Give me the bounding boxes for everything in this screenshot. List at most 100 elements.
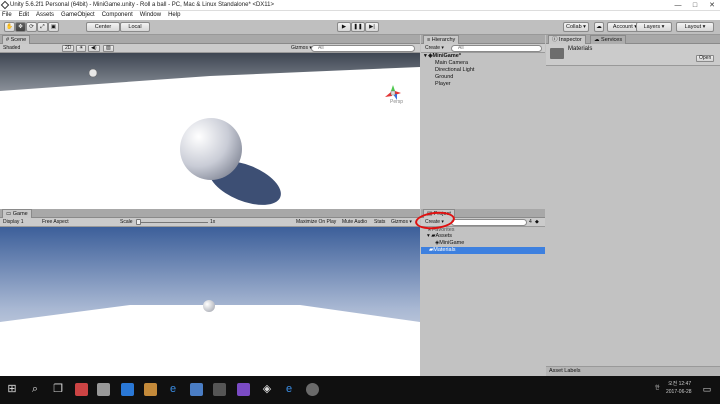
scene-tab-icon: # <box>6 37 10 43</box>
scale-value: 1x <box>210 219 216 225</box>
project-panel: ▤ Project Create ▾ 4 ◆ ★Favorites ▾ ▰Ass… <box>414 209 545 376</box>
menu-help[interactable]: Help <box>168 11 180 20</box>
hierarchy-item-main-camera[interactable]: Main Camera <box>435 60 468 67</box>
aspect-dropdown[interactable]: Free Aspect <box>42 219 69 226</box>
tray-date[interactable]: 2017-06-28 <box>666 389 692 395</box>
menu-assets[interactable]: Assets <box>36 11 54 20</box>
app-icon-7[interactable] <box>306 383 319 396</box>
rect-tool-button[interactable]: ▣ <box>48 22 59 32</box>
hierarchy-search-input[interactable]: All <box>451 45 542 52</box>
scene-gizmos-dropdown[interactable]: Gizmos ▾ <box>291 45 312 52</box>
edge-icon[interactable]: e <box>166 382 180 396</box>
scale-slider-handle[interactable] <box>136 219 141 225</box>
menu-gameobject[interactable]: GameObject <box>61 11 95 20</box>
pause-button[interactable]: ❚❚ <box>351 22 365 32</box>
app-icon-1[interactable] <box>75 383 88 396</box>
play-button[interactable]: ▶ <box>337 22 351 32</box>
layout-dropdown[interactable]: Layout ▾ <box>676 22 714 32</box>
lighting-toggle[interactable]: ☀ <box>76 45 87 52</box>
pivot-toggle-button[interactable]: Center <box>86 22 120 32</box>
tag-filter-icon[interactable]: ◆ <box>535 219 539 226</box>
rotate-tool-button[interactable]: ⟳ <box>26 22 37 32</box>
menu-component[interactable]: Component <box>102 11 133 20</box>
menu-window[interactable]: Window <box>140 11 161 20</box>
project-minigame-scene[interactable]: ◈MiniGame <box>435 240 464 247</box>
hierarchy-tabbar: ≡ Hierarchy <box>421 35 545 44</box>
game-tab-icon: ▭ <box>6 211 12 217</box>
mode-2d-toggle[interactable]: 2D <box>62 45 75 52</box>
app-icon-5[interactable] <box>190 383 203 396</box>
rotate-icon: ⟳ <box>29 24 34 30</box>
maximize-button[interactable]: □ <box>688 1 702 10</box>
unity-taskbar-icon[interactable]: ◈ <box>260 382 274 396</box>
hierarchy-item-directional-light[interactable]: Directional Light <box>435 67 474 74</box>
hierarchy-create-dropdown[interactable]: Create ▾ <box>425 45 444 52</box>
step-button[interactable]: ▶| <box>365 22 379 32</box>
speaker-icon: ◀) <box>91 45 97 51</box>
scene-tabbar: # Scene <box>0 35 420 44</box>
shading-mode-dropdown[interactable]: Shaded <box>3 45 43 52</box>
hand-tool-button[interactable]: ✋ <box>4 22 15 32</box>
effects-toggle[interactable]: ▨ <box>103 45 114 52</box>
mute-audio-toggle[interactable]: Mute Audio <box>342 219 367 226</box>
search-icon[interactable]: ⌕ <box>28 382 42 396</box>
game-render <box>0 227 420 376</box>
tray-lang[interactable]: 한 <box>655 384 660 391</box>
cloud-icon: ☁ <box>594 37 600 43</box>
hierarchy-panel: ≡ Hierarchy Create ▾ All ▾ ◈MiniGame* Ma… <box>421 35 545 209</box>
app-icon-4[interactable] <box>144 383 157 396</box>
game-gizmos-dropdown[interactable]: Gizmos ▾ <box>391 219 412 226</box>
move-tool-button[interactable]: ✥ <box>15 22 26 32</box>
visual-studio-icon[interactable] <box>237 383 250 396</box>
expand-arrow-icon: ▾ <box>424 53 427 59</box>
unity-editor-window: Unity 5.6.2f1 Personal (64bit) - MiniGam… <box>0 0 720 404</box>
tab-scene[interactable]: # Scene <box>2 35 31 44</box>
collab-button[interactable]: Collab ▾ <box>563 22 589 32</box>
layers-dropdown[interactable]: Layers ▾ <box>636 22 672 32</box>
close-button[interactable]: ✕ <box>705 1 719 10</box>
hierarchy-item-ground[interactable]: Ground <box>435 74 453 81</box>
windows-taskbar: ⊞ ⌕ ❐ e ◈ e 한 오전 12:47 2017-06-28 ▭ <box>0 376 720 404</box>
tab-inspector[interactable]: ⓘ Inspector <box>548 35 586 44</box>
sun-icon: ☀ <box>79 45 84 51</box>
cloud-button[interactable]: ☁ <box>594 22 604 32</box>
project-count: 4 <box>529 219 532 225</box>
open-button[interactable]: Open <box>696 55 715 62</box>
maximize-on-play-toggle[interactable]: Maximize On Play <box>296 219 336 226</box>
hierarchy-item-player[interactable]: Player <box>435 81 451 88</box>
inspector-panel: ⓘ Inspector ☁ Services Materials Open As… <box>546 35 720 376</box>
edge-icon-2[interactable]: e <box>282 382 296 396</box>
scale-slider[interactable] <box>138 222 208 223</box>
tab-services[interactable]: ☁ Services <box>590 35 627 44</box>
app-icon-3[interactable] <box>121 383 134 396</box>
scene-viewport[interactable]: Persp <box>0 53 420 209</box>
persp-label: Persp <box>390 99 404 105</box>
project-search-input[interactable] <box>451 219 527 226</box>
app-icon-2[interactable] <box>97 383 110 396</box>
task-view-icon[interactable]: ❐ <box>51 382 65 396</box>
project-assets-folder[interactable]: ▾ ▰Assets <box>427 233 452 240</box>
scale-tool-button[interactable]: ⤢ <box>37 22 48 32</box>
tab-game[interactable]: ▭ Game <box>2 209 32 218</box>
hand-icon: ✋ <box>6 24 13 30</box>
asset-labels-bar[interactable]: Asset Labels <box>546 366 720 376</box>
scene-search-input[interactable]: All <box>311 45 415 52</box>
app-icon-6[interactable] <box>213 383 226 396</box>
display-dropdown[interactable]: Display 1 <box>3 219 24 226</box>
game-viewport[interactable] <box>0 227 420 376</box>
cloud-icon: ☁ <box>596 24 602 30</box>
hierarchy-scene-root[interactable]: ▾ ◈MiniGame* <box>424 53 461 60</box>
windows-start-icon[interactable]: ⊞ <box>5 382 19 396</box>
menu-edit[interactable]: Edit <box>19 11 29 20</box>
audio-toggle[interactable]: ◀) <box>88 45 100 52</box>
project-materials-folder[interactable]: ▰Materials <box>421 247 545 254</box>
stats-toggle[interactable]: Stats <box>374 219 385 226</box>
space-toggle-button[interactable]: Local <box>120 22 150 32</box>
tab-hierarchy[interactable]: ≡ Hierarchy <box>423 35 460 44</box>
project-assets-label: Assets <box>435 233 453 239</box>
minimize-button[interactable]: — <box>671 1 685 10</box>
notification-icon[interactable]: ▭ <box>700 382 714 396</box>
tray-time[interactable]: 오전 12:47 <box>668 380 691 387</box>
game-panel: ▭ Game Display 1 Free Aspect Scale 1x Ma… <box>0 209 420 376</box>
menu-file[interactable]: File <box>2 11 12 20</box>
